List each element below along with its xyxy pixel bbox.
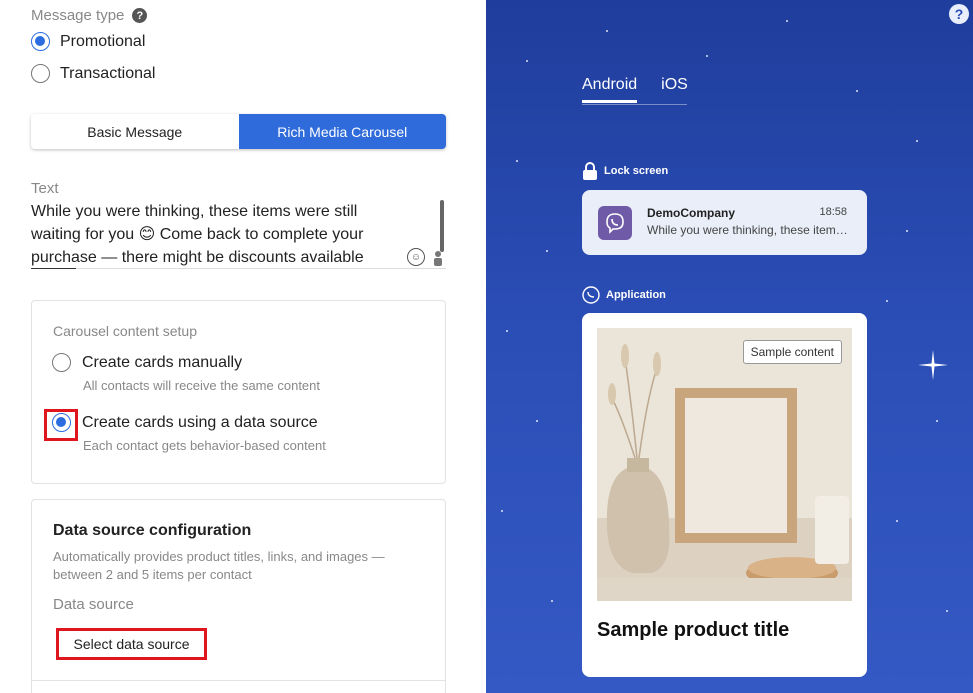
sparkle-icon — [918, 350, 948, 380]
text-line-2b: Come back to complete your — [155, 226, 364, 243]
option-manual[interactable]: Create cards manually — [52, 353, 242, 372]
tab-basic-message[interactable]: Basic Message — [31, 114, 239, 149]
radio-promotional-label: Promotional — [60, 32, 146, 50]
text-line-3: purchase — there might be discounts avai… — [31, 249, 364, 266]
option-data-source[interactable]: Create cards using a data source — [52, 413, 318, 432]
platform-tabs: Android iOS — [582, 76, 688, 103]
radio-transactional-label: Transactional — [60, 64, 156, 82]
text-field-label: Text — [31, 180, 59, 197]
notification-sender: DemoCompany — [647, 206, 736, 220]
notification-time: 18:58 — [819, 206, 847, 218]
radio-transactional[interactable]: Transactional — [31, 64, 155, 83]
data-source-title: Data source configuration — [53, 522, 252, 539]
radio-unchecked-icon[interactable] — [31, 64, 50, 83]
divider — [32, 680, 445, 681]
text-line-2a: waiting for you — [31, 226, 139, 243]
star — [856, 90, 858, 92]
star — [916, 140, 918, 142]
data-source-card: Data source configuration Automatically … — [31, 499, 446, 693]
option-manual-desc: All contacts will receive the same conte… — [83, 378, 320, 393]
tab-underline — [582, 104, 687, 105]
message-format-toggle: Basic Message Rich Media Carousel — [31, 114, 446, 149]
smile-emoji: 😊 — [138, 226, 156, 243]
option-data-source-label: Create cards using a data source — [82, 413, 318, 431]
option-manual-label: Create cards manually — [82, 353, 243, 371]
star — [506, 330, 508, 332]
star — [536, 420, 538, 422]
lock-icon — [583, 162, 597, 180]
radio-unchecked-icon[interactable] — [52, 353, 71, 372]
star — [946, 610, 948, 612]
viber-icon — [598, 206, 632, 240]
product-image: Sample content — [597, 328, 852, 601]
carousel-setup-title: Carousel content setup — [53, 323, 197, 339]
text-line-2: waiting for you 😊 Come back to complete … — [31, 223, 431, 246]
message-type-header: Message type ? — [31, 7, 148, 24]
star — [551, 600, 553, 602]
application-label: Application — [582, 286, 666, 304]
help-icon[interactable]: ? — [949, 4, 969, 24]
message-text-input[interactable]: While you were thinking, these items wer… — [31, 200, 431, 269]
carousel-setup-card: Carousel content setup Create cards manu… — [31, 300, 446, 484]
carousel-preview-card: Sample content Sample product title — [582, 313, 867, 677]
star — [501, 510, 503, 512]
radio-checked-icon[interactable] — [31, 32, 50, 51]
text-line-1: While you were thinking, these items wer… — [31, 203, 358, 220]
star — [526, 60, 528, 62]
notification-text: While you were thinking, these items wer… — [647, 223, 852, 237]
select-data-source-button[interactable]: Select data source — [56, 628, 207, 660]
personalize-icon[interactable] — [433, 250, 443, 266]
help-icon[interactable]: ? — [132, 8, 148, 23]
star — [896, 520, 898, 522]
application-text: Application — [606, 289, 666, 301]
tab-rich-media-carousel[interactable]: Rich Media Carousel — [238, 114, 446, 149]
product-title: Sample product title — [597, 619, 790, 641]
star — [706, 55, 708, 57]
star — [786, 20, 788, 22]
tab-android[interactable]: Android — [582, 76, 638, 103]
star — [886, 300, 888, 302]
emoji-picker-icon[interactable]: ☺ — [407, 248, 425, 266]
text-scrollbar[interactable] — [440, 200, 444, 252]
spellcheck-underline — [31, 268, 76, 269]
viber-outline-icon — [582, 286, 600, 304]
star — [936, 420, 938, 422]
lock-screen-notification: DemoCompany 18:58 While you were thinkin… — [582, 190, 867, 255]
data-source-label: Data source — [53, 596, 134, 613]
tab-ios[interactable]: iOS — [661, 76, 688, 103]
message-type-label: Message type — [31, 7, 125, 24]
star — [516, 160, 518, 162]
option-data-source-desc: Each contact gets behavior-based content — [83, 438, 326, 453]
star — [906, 230, 908, 232]
radio-promotional[interactable]: Promotional — [31, 32, 145, 51]
star — [606, 30, 608, 32]
lock-screen-label: Lock screen — [582, 162, 668, 180]
preview-panel: ? Android iOS Lock screen DemoCompany 18… — [486, 0, 973, 693]
text-underline — [31, 268, 446, 269]
star — [546, 250, 548, 252]
lock-screen-text: Lock screen — [604, 165, 669, 177]
editor-panel: Message type ? Promotional Transactional… — [0, 0, 486, 693]
sample-content-badge: Sample content — [742, 340, 842, 364]
data-source-desc: Automatically provides product titles, l… — [53, 549, 385, 582]
radio-checked-icon[interactable] — [52, 413, 71, 432]
